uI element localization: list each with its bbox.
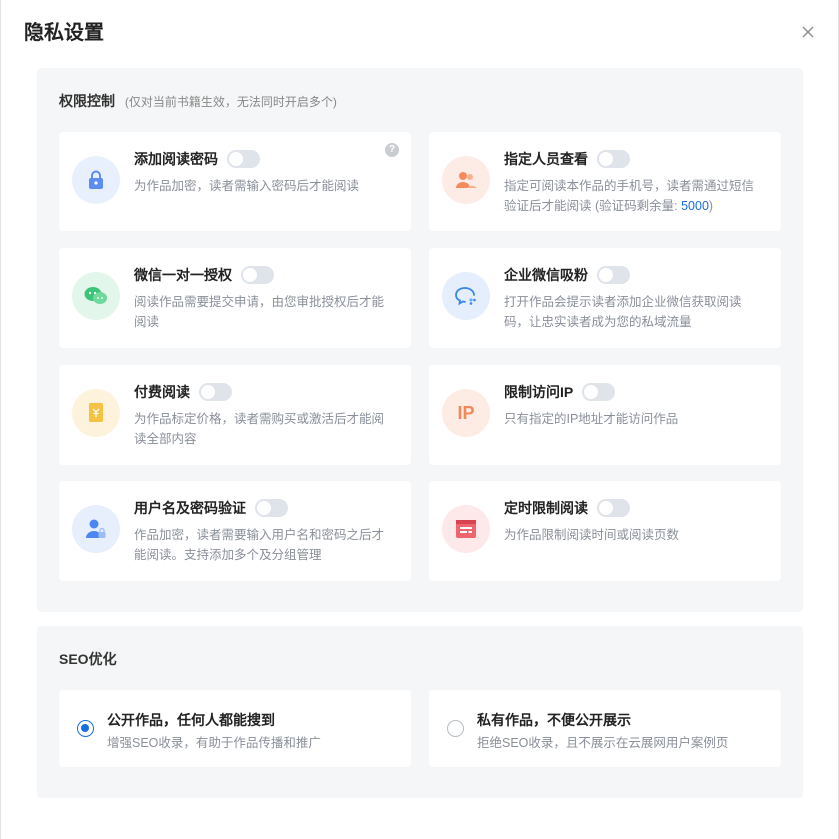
card-desc: 指定可阅读本作品的手机号，读者需通过短信验证后才能阅读 (验证码剩余量: 500… [504, 176, 754, 216]
card-desc: 作品加密，读者需要输入用户名和密码之后才能阅读。支持添加多个及分组管理 [134, 528, 385, 562]
card-desc-suffix: ) [708, 199, 714, 213]
permission-title: 权限控制 [59, 93, 115, 109]
card-paid-reading: 付费阅读 为作品标定价格，读者需购买或激活后才能阅读全部内容 [59, 365, 411, 465]
card-reading-password: 添加阅读密码 为作品加密，读者需输入密码后才能阅读 ? [59, 132, 411, 231]
card-timed-reading: 定时限制阅读 为作品限制阅读时间或阅读页数 [429, 481, 781, 581]
seo-public-radio[interactable] [77, 720, 94, 737]
card-username-password: 用户名及密码验证 作品加密，读者需要输入用户名和密码之后才能阅读。支持添加多个及… [59, 481, 411, 581]
card-desc: 为作品标定价格，读者需购买或激活后才能阅读全部内容 [134, 412, 385, 446]
seo-option-desc: 拒绝SEO收录，且不展示在云展网用户案例页 [477, 736, 729, 750]
privacy-settings-dialog: 隐私设置 权限控制 (仅对当前书籍生效，无法同时开启多个) 添加阅读密码 为作品… [0, 0, 839, 839]
seo-option-desc: 增强SEO收录，有助于作品传播和推广 [107, 736, 321, 750]
lock-icon [72, 156, 120, 204]
seo-option-title: 公开作品，任何人都能搜到 [107, 712, 275, 728]
people-icon [442, 156, 490, 204]
paid-reading-toggle[interactable] [199, 383, 232, 401]
card-desc: 只有指定的IP地址才能访问作品 [504, 412, 679, 426]
card-desc: 为作品加密，读者需输入密码后才能阅读 [134, 179, 360, 193]
seo-private-radio[interactable] [447, 720, 464, 737]
card-title: 限制访问IP [504, 384, 574, 400]
card-title: 微信一对一授权 [134, 267, 232, 283]
designated-people-toggle[interactable] [597, 150, 630, 168]
username-password-toggle[interactable] [255, 499, 288, 517]
work-wechat-toggle[interactable] [597, 266, 630, 284]
card-title: 添加阅读密码 [134, 151, 218, 167]
card-ip-limit: IP 限制访问IP 只有指定的IP地址才能访问作品 [429, 365, 781, 465]
seo-panel: SEO优化 公开作品，任何人都能搜到 增强SEO收录，有助于作品传播和推广 私有… [37, 626, 803, 798]
permission-panel: 权限控制 (仅对当前书籍生效，无法同时开启多个) 添加阅读密码 为作品加密，读者… [37, 68, 803, 612]
seo-option-title: 私有作品，不便公开展示 [477, 712, 631, 728]
close-icon [802, 26, 814, 38]
card-title: 指定人员查看 [504, 151, 588, 167]
dialog-title: 隐私设置 [24, 22, 104, 44]
help-icon[interactable]: ? [385, 143, 399, 157]
calendar-icon [442, 505, 490, 553]
paid-book-icon [72, 389, 120, 437]
wechat-authorization-toggle[interactable] [241, 266, 274, 284]
card-title: 定时限制阅读 [504, 500, 588, 516]
card-work-wechat: 企业微信吸粉 打开作品会提示读者添加企业微信获取阅读码，让忠实读者成为您的私域流… [429, 248, 781, 348]
close-button[interactable] [798, 22, 818, 42]
seo-option-private[interactable]: 私有作品，不便公开展示 拒绝SEO收录，且不展示在云展网用户案例页 [429, 690, 781, 767]
card-designated-people: 指定人员查看 指定可阅读本作品的手机号，读者需通过短信验证后才能阅读 (验证码剩… [429, 132, 781, 231]
seo-title: SEO优化 [59, 651, 117, 667]
user-lock-icon [72, 505, 120, 553]
card-desc: 阅读作品需要提交申请，由您审批授权后才能阅读 [134, 295, 385, 329]
card-title: 企业微信吸粉 [504, 267, 588, 283]
card-title: 付费阅读 [134, 384, 190, 400]
card-desc-text: 指定可阅读本作品的手机号，读者需通过短信验证后才能阅读 (验证码剩余量: [504, 179, 755, 213]
permission-note: (仅对当前书籍生效，无法同时开启多个) [124, 95, 337, 109]
sms-quota-count: 5000 [681, 199, 709, 213]
ip-limit-toggle[interactable] [582, 383, 616, 401]
card-title: 用户名及密码验证 [134, 500, 246, 516]
work-wechat-icon [442, 272, 490, 320]
wechat-icon [72, 272, 120, 320]
card-desc: 打开作品会提示读者添加企业微信获取阅读码，让忠实读者成为您的私域流量 [504, 295, 742, 329]
ip-icon-text: IP [457, 402, 475, 423]
reading-password-toggle[interactable] [227, 150, 260, 168]
permission-header: 权限控制 (仅对当前书籍生效，无法同时开启多个) [59, 92, 337, 111]
timed-reading-toggle[interactable] [597, 499, 630, 517]
card-desc: 为作品限制阅读时间或阅读页数 [504, 528, 680, 542]
card-wechat-authorization: 微信一对一授权 阅读作品需要提交申请，由您审批授权后才能阅读 [59, 248, 411, 348]
seo-option-public[interactable]: 公开作品，任何人都能搜到 增强SEO收录，有助于作品传播和推广 [59, 690, 411, 767]
ip-icon: IP [442, 389, 490, 437]
